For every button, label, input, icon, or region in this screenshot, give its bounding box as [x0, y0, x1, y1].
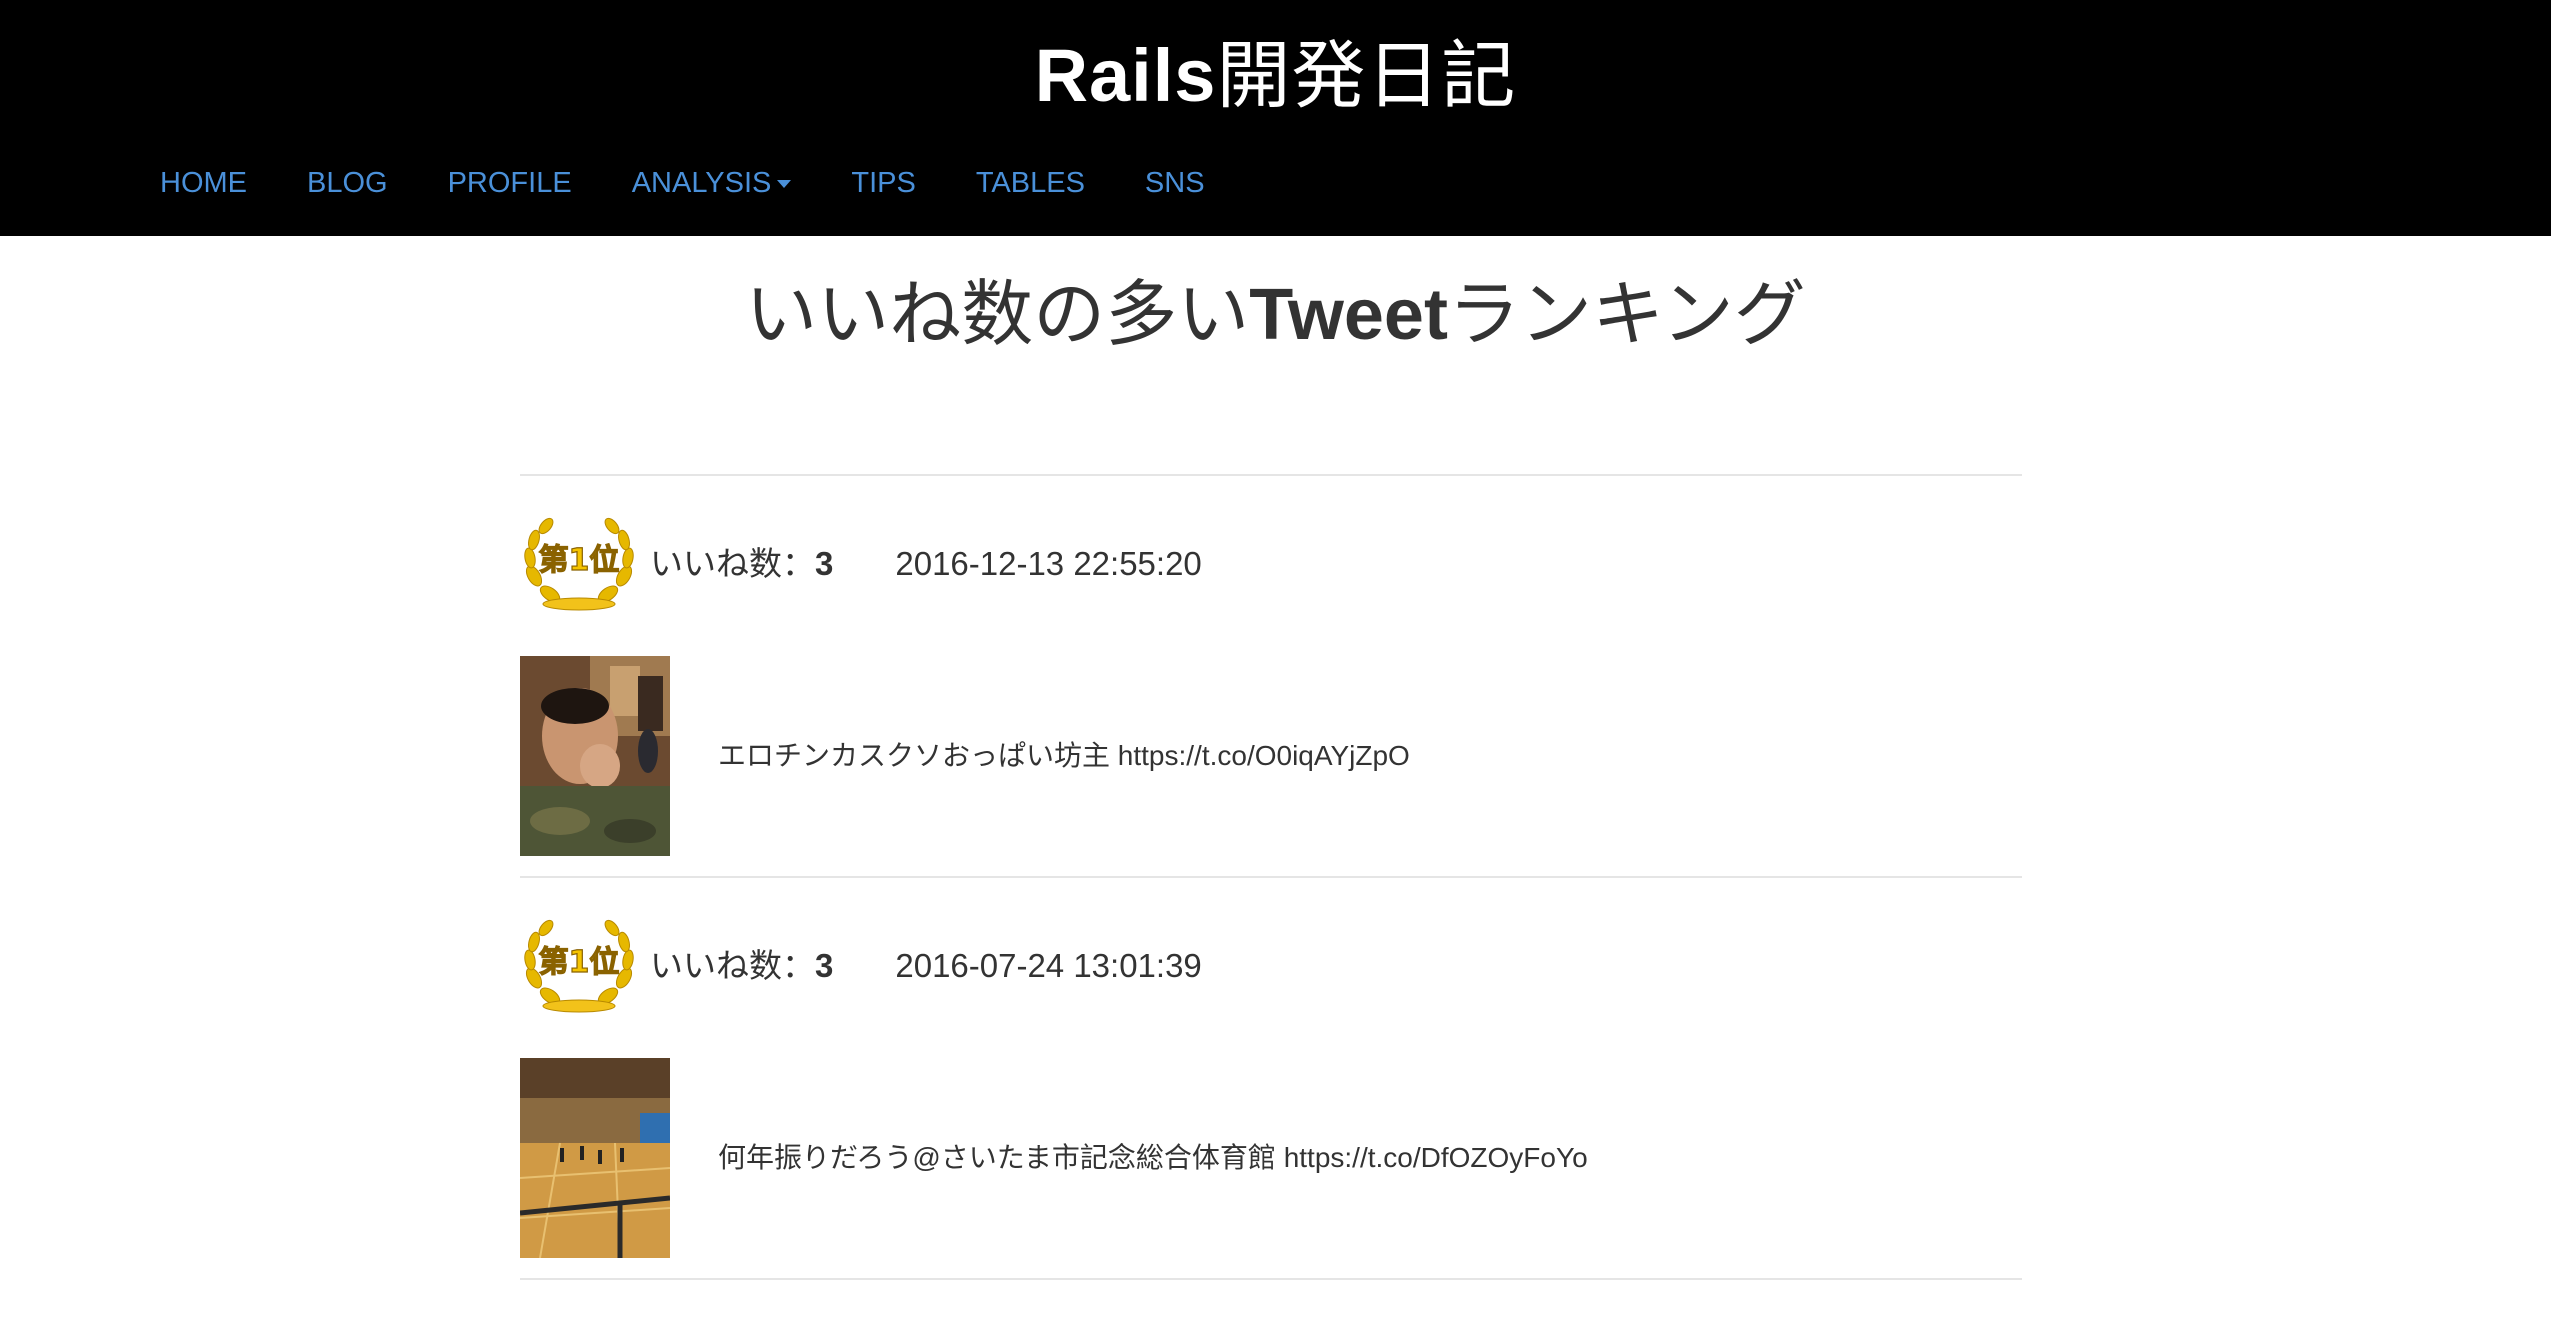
- tweet-entry: 第1位 いいね数：3 2016-07-24 13:01:39 何年振りだろう@さ…: [520, 878, 2022, 1278]
- rank-badge-laurel-icon: 第1位: [520, 916, 638, 1016]
- tweet-photo[interactable]: [520, 656, 670, 856]
- nav-blog[interactable]: BLOG: [307, 160, 388, 206]
- rank-badge-laurel-icon: 第1位: [520, 514, 638, 614]
- site-header: Rails開発日記 HOME BLOG PROFILE ANALYSIS TIP…: [0, 0, 2551, 236]
- tweet-date: 2016-12-13 22:55:20: [895, 545, 1202, 582]
- tweet-entry: 第1位 いいね数：3 2016-12-13 22:55:20 エロチンカスクソお: [520, 476, 2022, 876]
- tweet-ranking-list: 第1位 いいね数：3 2016-12-13 22:55:20 エロチンカスクソお: [520, 474, 2022, 1280]
- nav-tips[interactable]: TIPS: [851, 160, 915, 206]
- tweet-photo[interactable]: [520, 1058, 670, 1258]
- tweet-meta: 第1位 いいね数：3 2016-12-13 22:55:20: [520, 514, 1202, 614]
- caret-down-icon: [777, 180, 792, 188]
- likes-count: いいね数：3: [650, 544, 833, 584]
- nav-profile[interactable]: PROFILE: [448, 160, 572, 206]
- likes-label: いいね数：: [650, 947, 815, 984]
- nav-sns[interactable]: SNS: [1145, 160, 1205, 206]
- tweet-meta: 第1位 いいね数：3 2016-07-24 13:01:39: [520, 916, 1202, 1016]
- badge-text: 第1位: [539, 945, 620, 980]
- tweet-text: 何年振りだろう@さいたま市記念総合体育館 https://t.co/DfOZOy…: [718, 1140, 1588, 1176]
- page-title-bold: Tweet: [1249, 275, 1448, 355]
- likes-label: いいね数：: [650, 545, 815, 582]
- nav-analysis-dropdown[interactable]: ANALYSIS: [632, 160, 792, 206]
- tweet-date: 2016-07-24 13:01:39: [895, 947, 1202, 984]
- page-title: いいね数の多いTweetランキング: [0, 268, 2551, 362]
- tweet-body: 何年振りだろう@さいたま市記念総合体育館: [718, 1142, 1284, 1173]
- page-title-prefix: いいね数の多い: [745, 275, 1250, 355]
- badge-text: 第1位: [539, 543, 620, 578]
- likes-value: 3: [815, 545, 834, 582]
- tweet-body: エロチンカスクソおっぱい坊主: [718, 740, 1118, 771]
- main-nav: HOME BLOG PROFILE ANALYSIS TIPS TABLES S…: [160, 160, 1265, 206]
- likes-value: 3: [815, 947, 834, 984]
- nav-home[interactable]: HOME: [160, 160, 247, 206]
- page-title-suffix: ランキング: [1447, 275, 1806, 355]
- divider: [520, 1278, 2022, 1280]
- tweet-link[interactable]: https://t.co/O0iqAYjZpO: [1118, 740, 1410, 771]
- site-title-jp: 開発日記: [1216, 34, 1517, 117]
- site-title-latin: Rails: [1034, 34, 1217, 117]
- site-title[interactable]: Rails開発日記: [0, 28, 2551, 124]
- nav-analysis-label: ANALYSIS: [631, 167, 772, 199]
- tweet-text: エロチンカスクソおっぱい坊主 https://t.co/O0iqAYjZpO: [718, 738, 1410, 774]
- nav-tables[interactable]: TABLES: [976, 160, 1085, 206]
- tweet-link[interactable]: https://t.co/DfOZOyFoYo: [1284, 1142, 1588, 1173]
- likes-count: いいね数：3: [650, 946, 833, 986]
